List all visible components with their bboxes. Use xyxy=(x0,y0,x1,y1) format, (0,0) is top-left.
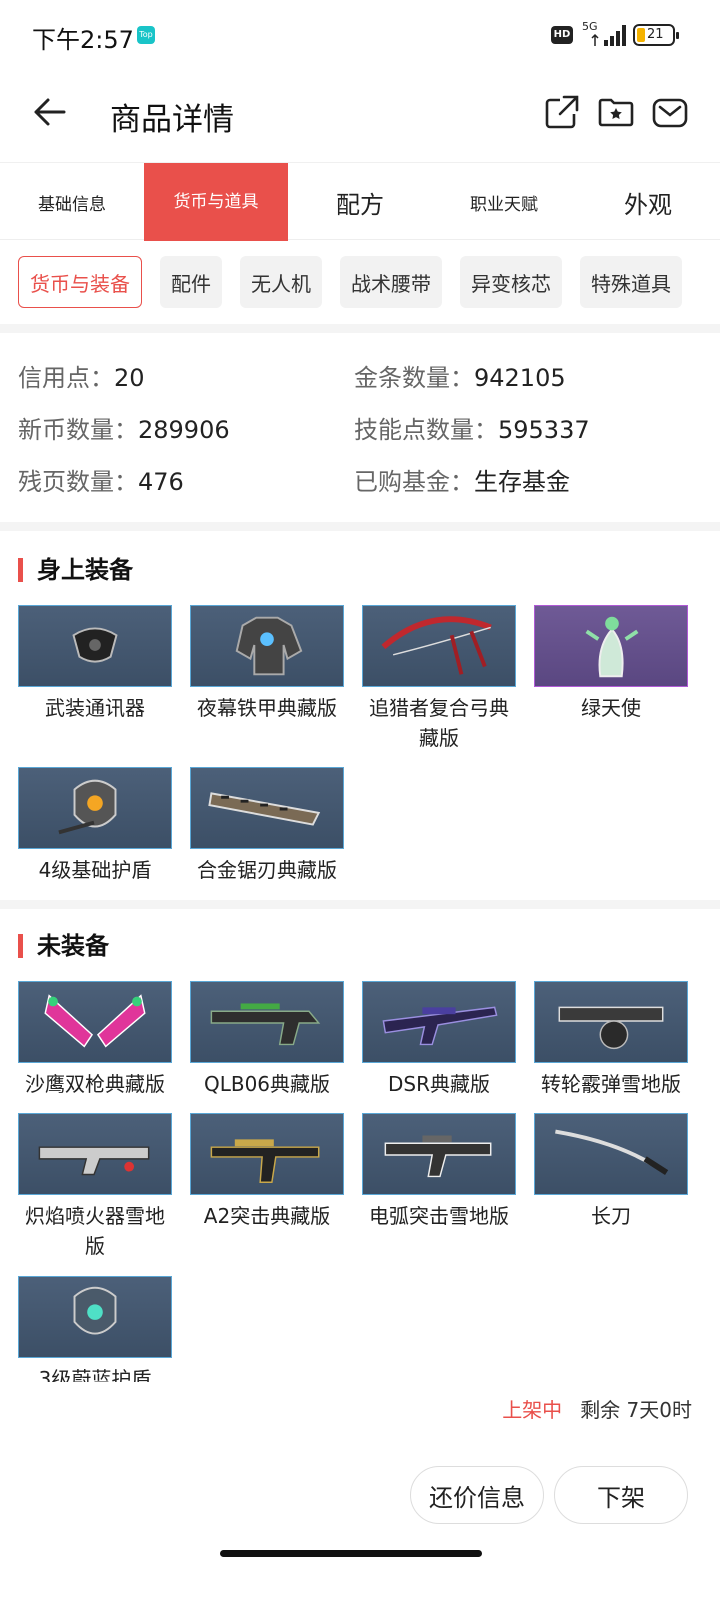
assault-rifle-icon xyxy=(190,1113,344,1195)
top-app-bar: 商品详情 xyxy=(0,72,720,162)
item-name: DSR典藏版 xyxy=(388,1072,490,1096)
item-name: QLB06典藏版 xyxy=(203,1072,331,1096)
item-name: 4级基础护盾 xyxy=(38,858,152,882)
tab-currency-items[interactable]: 货币与道具 xyxy=(144,163,288,241)
battery-level: 21 xyxy=(647,27,664,42)
dual-pistols-icon xyxy=(18,981,172,1063)
tab-appearance[interactable]: 外观 xyxy=(576,163,720,241)
saw-blade-icon xyxy=(190,767,344,849)
chip-tactical-belt[interactable]: 战术腰带 xyxy=(340,256,442,308)
equipped-item[interactable]: 4级基础护盾 xyxy=(18,767,172,885)
bow-icon xyxy=(362,605,516,687)
equipped-item[interactable]: 夜幕铁甲典藏版 xyxy=(190,605,344,723)
section-title-equipped: 身上装备 xyxy=(18,558,133,582)
back-arrow-icon[interactable] xyxy=(30,92,70,132)
stat-fund: 已购基金：生存基金 xyxy=(354,468,570,496)
sub-category-chips: 货币与装备 配件 无人机 战术腰带 异变核芯 特殊道具 xyxy=(18,256,720,308)
equipped-item[interactable]: 合金锯刃典藏版 xyxy=(190,767,344,885)
bottom-action-bar: 上架中 剩余 7天0时 还价信息 下架 xyxy=(0,1382,720,1600)
flamethrower-icon xyxy=(18,1113,172,1195)
stat-fragments: 残页数量：476 xyxy=(18,468,184,496)
status-time: 下午2:57 xyxy=(32,26,134,54)
counter-offer-button[interactable]: 还价信息 xyxy=(410,1466,544,1524)
stat-new-coins: 新币数量：289906 xyxy=(18,416,230,444)
shield-icon xyxy=(18,767,172,849)
item-name: 炽焰喷火器雪地版 xyxy=(25,1204,165,1258)
unequipped-item[interactable]: 电弧突击雪地版 xyxy=(362,1113,516,1231)
remaining-time: 剩余 7天0时 xyxy=(580,1398,692,1422)
item-name: 绿天使 xyxy=(581,696,641,720)
stat-gold-bars: 金条数量：942105 xyxy=(354,364,566,392)
page-title: 商品详情 xyxy=(110,102,234,138)
item-name: 追猎者复合弓典藏版 xyxy=(369,696,509,750)
stat-skill-points: 技能点数量：595337 xyxy=(354,416,590,444)
signal-icon xyxy=(591,25,626,46)
katana-icon xyxy=(534,1113,688,1195)
delist-button[interactable]: 下架 xyxy=(554,1466,688,1524)
shotgun-icon xyxy=(534,981,688,1063)
unequipped-item[interactable]: 转轮霰弹雪地版 xyxy=(534,981,688,1099)
comm-device-icon xyxy=(18,605,172,687)
tab-talents[interactable]: 职业天赋 xyxy=(432,163,576,241)
unequipped-item[interactable]: QLB06典藏版 xyxy=(190,981,344,1099)
item-name: 合金锯刃典藏版 xyxy=(197,858,337,882)
battery-icon: 21 xyxy=(633,24,679,46)
unequipped-item[interactable]: DSR典藏版 xyxy=(362,981,516,1099)
equipped-item[interactable]: 武装通讯器 xyxy=(18,605,172,723)
sniper-rifle-icon xyxy=(362,981,516,1063)
chip-special-items[interactable]: 特殊道具 xyxy=(580,256,682,308)
divider xyxy=(0,324,720,333)
item-name: 沙鹰双枪典藏版 xyxy=(25,1072,165,1096)
divider xyxy=(0,900,720,909)
unequipped-item[interactable]: 炽焰喷火器雪地版 xyxy=(18,1113,172,1261)
equipped-item[interactable]: 绿天使 xyxy=(534,605,688,723)
stat-credits: 信用点：20 xyxy=(18,364,145,392)
item-name: 夜幕铁甲典藏版 xyxy=(197,696,337,720)
section-title-unequipped: 未装备 xyxy=(18,934,109,958)
blue-shield-icon xyxy=(18,1276,172,1358)
favorite-folder-icon[interactable] xyxy=(596,92,636,132)
chip-mutation-core[interactable]: 异变核芯 xyxy=(460,256,562,308)
item-name: 长刀 xyxy=(591,1204,631,1228)
divider xyxy=(0,522,720,531)
product-detail-page: 下午2:57 Top HD 5G 21 商品详情 基础信息 货币与道具 配方 职… xyxy=(0,0,720,1600)
unequipped-item[interactable]: A2突击典藏版 xyxy=(190,1113,344,1231)
listing-status-label: 上架中 xyxy=(502,1398,563,1422)
tab-recipes[interactable]: 配方 xyxy=(288,163,432,241)
app-notification-icon: Top xyxy=(137,26,155,44)
listing-status: 上架中 剩余 7天0时 xyxy=(502,1394,692,1423)
item-name: 武装通讯器 xyxy=(45,696,145,720)
hd-icon: HD xyxy=(551,26,573,44)
angel-icon xyxy=(534,605,688,687)
unequipped-item[interactable]: 3级蔚蓝护盾 xyxy=(18,1276,172,1394)
chip-attachments[interactable]: 配件 xyxy=(160,256,222,308)
message-icon[interactable] xyxy=(650,92,690,132)
chip-drone[interactable]: 无人机 xyxy=(240,256,322,308)
tab-basic-info[interactable]: 基础信息 xyxy=(0,163,144,241)
unequipped-item[interactable]: 沙鹰双枪典藏版 xyxy=(18,981,172,1099)
grenade-launcher-icon xyxy=(190,981,344,1063)
unequipped-item[interactable]: 长刀 xyxy=(534,1113,688,1231)
category-tabs: 基础信息 货币与道具 配方 职业天赋 外观 xyxy=(0,162,720,241)
chip-currency-equipment[interactable]: 货币与装备 xyxy=(18,256,142,308)
share-icon[interactable] xyxy=(542,92,582,132)
arc-rifle-icon xyxy=(362,1113,516,1195)
armor-icon xyxy=(190,605,344,687)
item-name: 电弧突击雪地版 xyxy=(369,1204,509,1228)
status-bar: 下午2:57 Top HD 5G 21 xyxy=(0,0,720,72)
currency-stats: 信用点：20 金条数量：942105 新币数量：289906 技能点数量：595… xyxy=(18,358,708,514)
item-name: A2突击典藏版 xyxy=(203,1204,331,1228)
home-indicator[interactable] xyxy=(220,1550,482,1557)
item-name: 转轮霰弹雪地版 xyxy=(541,1072,681,1096)
equipped-item[interactable]: 追猎者复合弓典藏版 xyxy=(362,605,516,753)
